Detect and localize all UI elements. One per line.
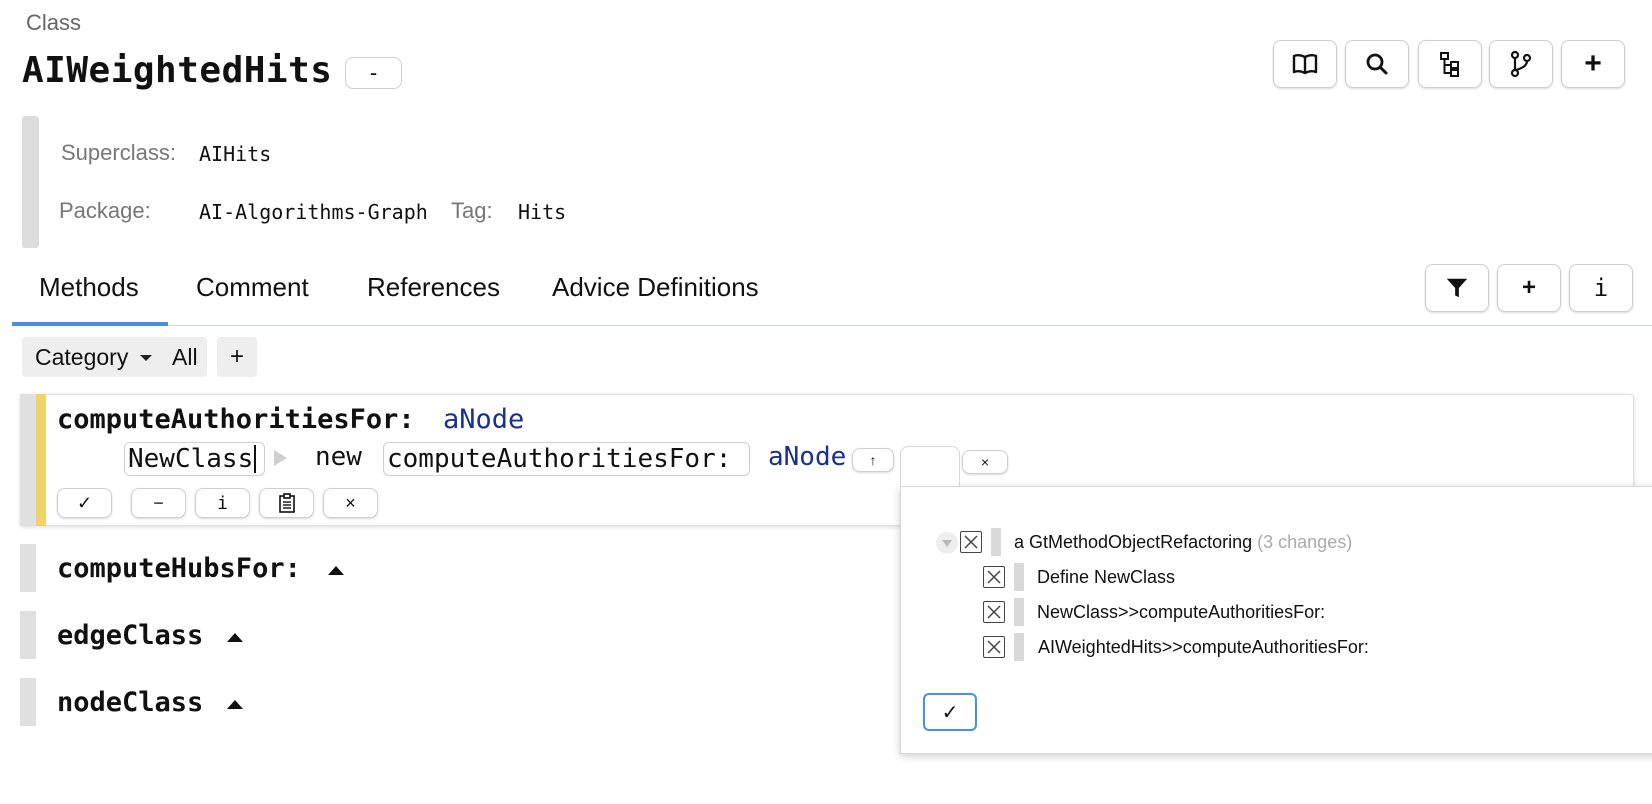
item-bar (991, 528, 1001, 556)
method-handle (20, 678, 36, 726)
plus-icon: + (1584, 47, 1602, 80)
tab-references[interactable]: References (367, 272, 500, 303)
expand-arrow-icon[interactable] (227, 700, 243, 709)
change-item[interactable]: NewClass>>computeAuthoritiesFor: (1037, 602, 1325, 623)
play-icon[interactable] (274, 450, 287, 466)
new-keyword: new (315, 442, 362, 472)
clipboard-icon (278, 493, 295, 513)
method-handle (20, 611, 36, 659)
change-item[interactable]: AIWeightedHits>>computeAuthoritiesFor: (1038, 637, 1369, 658)
cross-icon (964, 535, 978, 549)
branch-icon (1510, 50, 1532, 78)
change-checkbox[interactable] (983, 636, 1005, 658)
package-value[interactable]: AI-Algorithms-Graph (199, 200, 428, 224)
selector-input[interactable]: computeAuthoritiesFor: (383, 442, 750, 476)
item-bar (1014, 563, 1024, 591)
tab-comment[interactable]: Comment (196, 272, 309, 303)
method-editor-handle (20, 394, 36, 526)
add-button[interactable]: + (1561, 40, 1625, 88)
change-item[interactable]: Define NewClass (1037, 567, 1175, 588)
tabs-divider (12, 325, 1652, 326)
popup-anchor-tab (900, 446, 960, 486)
category-all-value[interactable]: All (172, 344, 198, 371)
tab-advice-definitions[interactable]: Advice Definitions (552, 272, 759, 303)
method-selector[interactable]: computeAuthoritiesFor: (57, 404, 415, 435)
package-label: Package: (59, 198, 151, 223)
tag-label: Tag: (451, 198, 493, 223)
cross-icon (987, 640, 1001, 654)
tree-collapse-arrow[interactable] (936, 532, 958, 554)
documentation-button[interactable] (1273, 40, 1337, 88)
hierarchy-icon (1440, 52, 1459, 77)
item-bar (1014, 633, 1024, 661)
filter-button[interactable] (1425, 264, 1489, 312)
method-computehubsfor[interactable]: computeHubsFor: (57, 553, 301, 584)
chevron-down-icon (942, 540, 952, 547)
method-handle (20, 544, 36, 592)
change-count: (3 changes) (1257, 532, 1353, 552)
search-icon (1366, 53, 1388, 75)
method-edgeclass[interactable]: edgeClass (57, 620, 203, 651)
cancel-button[interactable]: × (323, 488, 378, 518)
clipboard-button[interactable] (259, 488, 314, 518)
add-method-button[interactable]: + (1497, 264, 1561, 312)
branch-button[interactable] (1489, 40, 1553, 88)
chevron-down-icon[interactable] (140, 355, 152, 361)
refactoring-root-label[interactable]: a GtMethodObjectRefactoring (3 changes) (1014, 532, 1352, 553)
accept-button[interactable]: ✓ (57, 488, 112, 518)
collapse-button[interactable]: - (345, 57, 402, 89)
root-change-checkbox[interactable] (960, 531, 982, 553)
tab-methods[interactable]: Methods (39, 272, 139, 303)
class-kind-label: Class (26, 10, 82, 35)
superclass-label: Superclass: (61, 140, 176, 165)
superclass-value[interactable]: AIHits (199, 142, 271, 166)
active-tab-indicator (12, 322, 168, 326)
text-cursor (254, 445, 257, 473)
search-button[interactable] (1345, 40, 1409, 88)
apply-refactoring-button[interactable]: ✓ (923, 693, 977, 731)
remove-button[interactable]: − (131, 488, 186, 518)
info-section-bar (22, 116, 39, 248)
add-category-button[interactable]: + (217, 337, 257, 377)
class-name-input[interactable]: NewClass (124, 442, 265, 476)
close-popup-button[interactable]: × (962, 450, 1008, 474)
filter-icon (1446, 278, 1468, 298)
change-checkbox[interactable] (983, 566, 1005, 588)
hierarchy-button[interactable] (1418, 40, 1482, 88)
category-label[interactable]: Category (35, 344, 128, 371)
modified-indicator (36, 394, 46, 526)
expand-arrow-icon[interactable] (328, 566, 344, 575)
method-nodeclass[interactable]: nodeClass (57, 687, 203, 718)
change-checkbox[interactable] (983, 601, 1005, 623)
inspect-button[interactable]: i (195, 488, 250, 518)
tag-value[interactable]: Hits (518, 200, 566, 224)
check-icon: ✓ (941, 701, 959, 724)
book-icon (1292, 54, 1318, 75)
cross-icon (987, 570, 1001, 584)
item-bar (1014, 598, 1024, 626)
move-up-button[interactable]: ↑ (852, 448, 894, 472)
method-argument[interactable]: aNode (443, 404, 524, 435)
expand-arrow-icon[interactable] (227, 633, 243, 642)
method-argument-ref: aNode (768, 442, 847, 472)
class-name-title: AIWeightedHits (22, 50, 333, 91)
info-button[interactable]: i (1569, 264, 1633, 312)
cross-icon (987, 605, 1001, 619)
